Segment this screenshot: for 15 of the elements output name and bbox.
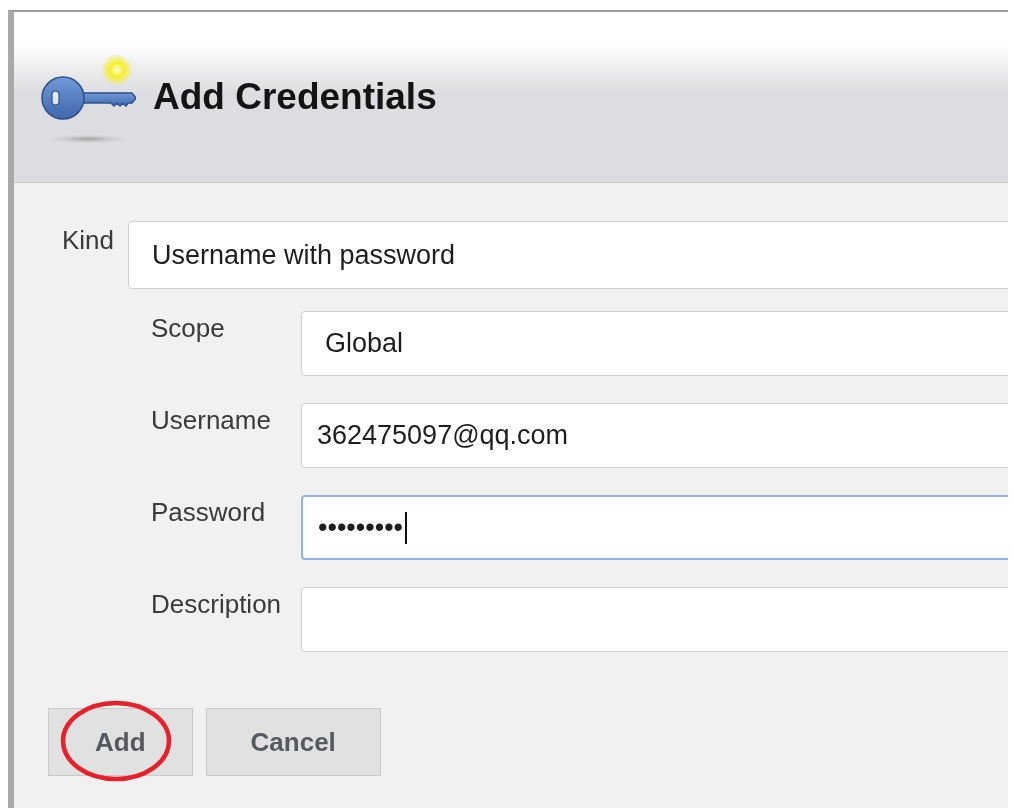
dialog-button[interactable]: Add bbox=[48, 708, 193, 776]
field-label: Password bbox=[151, 496, 267, 529]
password-field[interactable]: ••••••••• bbox=[301, 495, 1008, 560]
key-icon bbox=[40, 53, 136, 145]
select-field[interactable]: Global bbox=[301, 311, 1008, 376]
dialog-button[interactable]: Cancel bbox=[205, 708, 381, 776]
text-cursor-icon bbox=[405, 511, 408, 544]
input-field[interactable] bbox=[301, 587, 1008, 652]
select-field[interactable]: Username with password bbox=[128, 221, 1008, 289]
field-label: Username bbox=[151, 404, 272, 437]
dialog-title: Add Credentials bbox=[153, 76, 437, 118]
input-field[interactable]: 362475097@qq.com bbox=[301, 403, 1008, 468]
field-label: Kind bbox=[62, 224, 116, 257]
field-label: Description bbox=[151, 588, 283, 621]
field-label: Scope bbox=[151, 312, 226, 345]
